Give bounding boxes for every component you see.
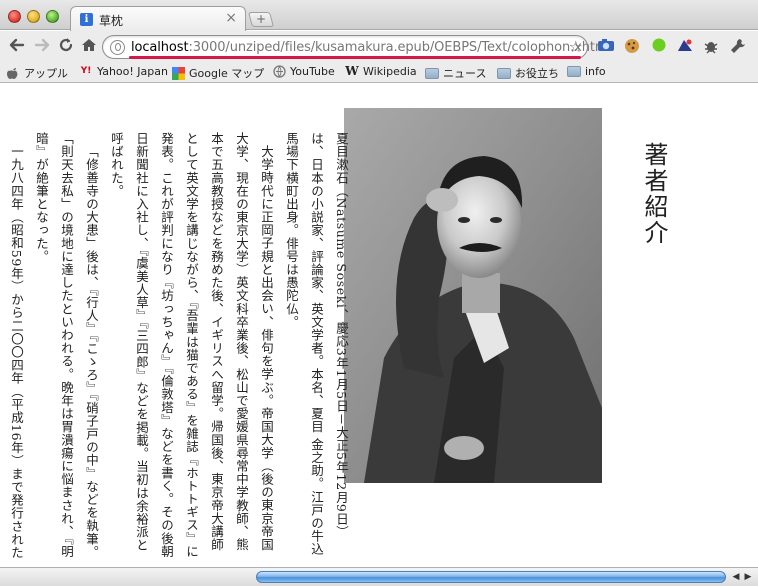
address-bar[interactable]: localhost:3000/unziped/files/kusamakura.… [102, 35, 611, 59]
scroll-right-arrow-icon[interactable]: ▶ [742, 570, 754, 584]
bookmark-label: お役立ち [515, 67, 559, 80]
bug-extension-icon[interactable] [701, 37, 721, 57]
stats-extension-icon[interactable] [675, 37, 695, 57]
bookmark-wikipedia[interactable]: W Wikipedia [345, 64, 417, 79]
tab-close-icon[interactable]: × [225, 10, 237, 26]
bookmark-folder-useful[interactable]: お役立ち [497, 65, 559, 81]
reload-button[interactable] [55, 36, 77, 58]
scroll-left-arrow-icon[interactable]: ◀ [730, 570, 742, 584]
bookmark-label: Wikipedia [363, 65, 417, 78]
tab-active[interactable]: i 草枕 × [70, 6, 246, 31]
bookmark-label: ニュース [443, 67, 487, 80]
minimize-window-button[interactable] [27, 10, 40, 23]
url-host: localhost [131, 40, 189, 55]
tab-favicon-icon: i [80, 13, 93, 26]
home-button[interactable] [78, 36, 100, 58]
folder-icon [567, 66, 581, 77]
bookmark-youtube[interactable]: YouTube [272, 65, 335, 78]
bookmark-label: Google マップ [189, 67, 265, 80]
page-info-icon[interactable] [110, 40, 125, 55]
youtube-icon [272, 65, 286, 78]
forward-button[interactable] [31, 36, 53, 58]
plus-icon: + [255, 12, 267, 26]
bookmark-star-icon[interactable]: ☆ [569, 37, 583, 56]
bookmark-label: アップル [24, 67, 68, 80]
bookmark-yahoo[interactable]: Y! Yahoo! Japan [79, 65, 168, 78]
author-portrait-image [344, 108, 602, 483]
bio-paragraph: 大学時代に正岡子規と出会い、俳句を学ぶ。帝国大学（後の東京帝国大学、現在の東京大… [109, 132, 274, 559]
zoom-window-button[interactable] [46, 10, 59, 23]
bookmark-folder-info[interactable]: info [567, 65, 606, 78]
bio-paragraph: 「修善寺の大患」後は、『行人』『こゝろ』『硝子戸の中』などを執筆。「則天去私」の… [34, 132, 99, 559]
close-window-button[interactable] [8, 10, 21, 23]
home-icon [82, 39, 96, 51]
bookmark-apple[interactable]: アップル [6, 65, 68, 81]
green-dot-extension-icon[interactable] [649, 37, 669, 57]
bookmark-label: YouTube [290, 65, 335, 78]
back-arrow-icon [9, 38, 25, 52]
bookmark-label: Yahoo! Japan [97, 65, 168, 78]
wrench-settings-icon[interactable] [728, 37, 748, 57]
camera-extension-icon[interactable] [596, 37, 616, 57]
back-button[interactable] [6, 36, 28, 58]
navigation-toolbar: localhost:3000/unziped/files/kusamakura.… [0, 31, 758, 63]
bookmarks-bar: アップル Y! Yahoo! Japan Google マップ YouTube … [0, 63, 758, 83]
bio-paragraph: 一九八四年（昭和59年）から二〇〇四年（平成16年）まで発行された日本銀行券Ｄ千… [9, 144, 24, 559]
page-title: 著者紹介 [640, 142, 668, 246]
wikipedia-icon: W [345, 64, 359, 78]
new-tab-button[interactable]: + [247, 12, 275, 27]
url-highlight-underline [129, 56, 581, 59]
page-content: 著者紹介 夏目漱石（Natsume Soseki、慶応3年1月5日－大正5年12… [0, 84, 758, 567]
tab-title: 草枕 [99, 14, 124, 28]
cookie-extension-icon[interactable] [622, 37, 642, 57]
bookmark-folder-news[interactable]: ニュース [425, 65, 486, 81]
horizontal-scrollbar[interactable]: ◀ ▶ [0, 567, 758, 586]
author-bio-text: 夏目漱石（Natsume Soseki、慶応3年1月5日－大正5年12月9日）は… [4, 132, 354, 562]
google-maps-icon [171, 66, 185, 80]
bio-paragraph: 夏目漱石（Natsume Soseki、慶応3年1月5日－大正5年12月9日）は… [284, 132, 349, 556]
title-bar: i 草枕 × + [0, 0, 758, 31]
apple-icon [6, 67, 20, 80]
folder-icon [425, 67, 439, 79]
forward-arrow-icon [34, 38, 50, 52]
yahoo-icon: Y! [80, 66, 92, 76]
folder-icon [497, 67, 511, 79]
bookmark-label: info [585, 65, 606, 78]
url-path: :3000/unziped/files/kusamakura.epub/OEBP… [188, 40, 611, 55]
bookmark-google-maps[interactable]: Google マップ [171, 65, 264, 81]
url-text[interactable]: localhost:3000/unziped/files/kusamakura.… [131, 40, 611, 55]
scrollbar-thumb[interactable] [256, 571, 726, 583]
reload-icon [59, 38, 73, 52]
